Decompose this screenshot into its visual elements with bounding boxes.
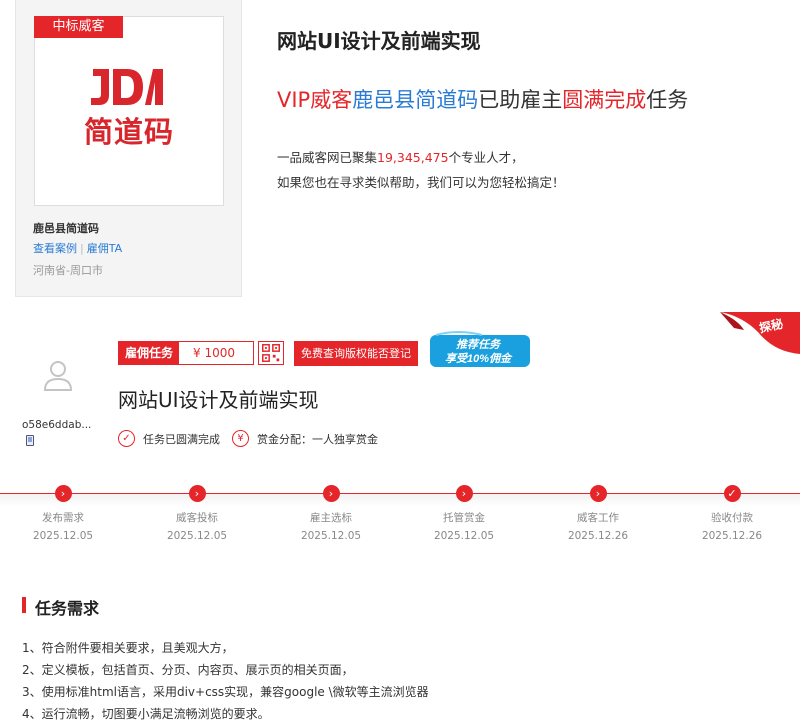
timeline-step: › 托管赏金 2025.12.05 bbox=[409, 485, 519, 542]
timeline-step: › 雇主选标 2025.12.05 bbox=[276, 485, 386, 542]
vip-text: VIP威客 bbox=[277, 88, 353, 112]
step-date: 2025.12.05 bbox=[433, 530, 495, 542]
list-item: 4、运行流畅，切图要小满足流畅浏览的要求。 bbox=[22, 707, 270, 720]
arrow-right-icon: › bbox=[455, 485, 473, 502]
hire-link[interactable]: 雇佣TA bbox=[87, 242, 122, 255]
reward-tag: 雇佣任务 ¥ 1000 bbox=[118, 341, 255, 365]
hero-line-1: 一品威客网已聚集19,345,475个专业人才， bbox=[277, 145, 565, 170]
step-label: 托管赏金 bbox=[443, 512, 485, 524]
check-circle-icon: ✓ bbox=[118, 430, 135, 447]
view-cases-link[interactable]: 查看案例 bbox=[33, 242, 77, 255]
corner-badge[interactable]: 探秘 bbox=[714, 312, 800, 362]
hero-company-link[interactable]: 鹿邑县简道码 bbox=[352, 88, 478, 112]
promo-line-1: 推荐任务 bbox=[456, 338, 502, 351]
company-region: 河南省-周口市 bbox=[33, 264, 103, 277]
list-item: 3、使用标准html语言，采用div+css实现，兼容google \微软等主流… bbox=[22, 685, 429, 699]
promo-line-2: 享受10%佣金 bbox=[445, 352, 513, 365]
timeline-step: › 威客投标 2025.12.05 bbox=[142, 485, 252, 542]
promo-banner[interactable]: 推荐任务 享受10%佣金 bbox=[428, 331, 534, 371]
timeline-step: › 发布需求 2025.12.05 bbox=[8, 485, 118, 542]
step-date: 2025.12.05 bbox=[166, 530, 228, 542]
company-name: 鹿邑县简道码 bbox=[33, 222, 99, 235]
company-logo[interactable]: 中标威客 简道码 bbox=[34, 16, 224, 206]
talent-count: 19,345,475 bbox=[377, 150, 449, 165]
step-label: 雇主选标 bbox=[310, 512, 352, 524]
logo-text: 简道码 bbox=[83, 115, 174, 149]
hero-line-2: 如果您也在寻求类似帮助，我们可以为您轻松搞定！ bbox=[277, 175, 565, 190]
check-icon: ✓ bbox=[723, 485, 741, 502]
hero-line-1-pre: 一品威客网已聚集 bbox=[277, 150, 378, 165]
hero-title: 网站UI设计及前端实现 bbox=[277, 29, 481, 53]
avatar[interactable] bbox=[34, 352, 82, 400]
task-title: 网站UI设计及前端实现 bbox=[118, 388, 319, 412]
requirements-list: 1、符合附件要相关要求，且美观大方， 2、定义模板，包括首页、分页、内容页、展示… bbox=[22, 637, 429, 720]
qr-code-icon[interactable] bbox=[258, 341, 284, 365]
section-marker bbox=[22, 597, 26, 613]
list-item: 1、符合附件要相关要求，且美观大方， bbox=[22, 641, 234, 655]
requirements-title: 任务需求 bbox=[35, 599, 100, 618]
bounty-distribution: 赏金分配：一人独享赏金 bbox=[257, 432, 378, 446]
yen-circle-icon: ¥ bbox=[232, 430, 249, 447]
arrow-right-icon: › bbox=[589, 485, 607, 502]
hero-done-text: 圆满完成 bbox=[562, 88, 647, 112]
reward-label: 雇佣任务 bbox=[119, 342, 180, 364]
hero-line-1-post: 个专业人才， bbox=[448, 150, 524, 165]
task-status-row: ✓ 任务已圆满完成 ¥ 赏金分配：一人独享赏金 bbox=[118, 430, 378, 447]
step-date: 2025.12.26 bbox=[701, 530, 763, 542]
arrow-right-icon: › bbox=[188, 485, 206, 502]
task-status: 任务已圆满完成 bbox=[143, 432, 220, 446]
company-card: 中标威客 简道码 鹿邑县简道码 查看案例 | 雇佣TA 河南省-周口市 bbox=[15, 0, 242, 297]
user-name[interactable]: o58e6ddab... bbox=[22, 419, 91, 431]
hero-description: 一品威客网已聚集19,345,475个专业人才， 如果您也在寻求类似帮助，我们可… bbox=[277, 145, 565, 195]
arrow-right-icon: › bbox=[322, 485, 340, 502]
hero-mid-text: 已助雇主 bbox=[478, 88, 563, 112]
timeline-step: ✓ 验收付款 2025.12.26 bbox=[677, 485, 787, 542]
step-label: 威客工作 bbox=[577, 512, 619, 524]
winner-badge: 中标威客 bbox=[34, 16, 123, 38]
hero-end-text: 任务 bbox=[646, 88, 689, 112]
logo-mark-icon bbox=[91, 69, 163, 105]
step-label: 威客投标 bbox=[176, 512, 218, 524]
step-label: 发布需求 bbox=[42, 512, 84, 524]
company-links: 查看案例 | 雇佣TA bbox=[33, 240, 122, 256]
phone-verified-icon bbox=[26, 435, 34, 446]
step-label: 验收付款 bbox=[711, 512, 753, 524]
timeline-step: › 威客工作 2025.12.26 bbox=[543, 485, 653, 542]
step-date: 2025.12.05 bbox=[300, 530, 362, 542]
arrow-right-icon: › bbox=[54, 485, 72, 502]
reward-amount: ¥ 1000 bbox=[179, 342, 254, 364]
copyright-query-button[interactable]: 免费查询版权能否登记 bbox=[294, 341, 418, 366]
link-divider: | bbox=[80, 242, 84, 255]
step-date: 2025.12.26 bbox=[567, 530, 629, 542]
hero-subtitle: VIP威客鹿邑县简道码已助雇主圆满完成任务 bbox=[277, 84, 688, 114]
list-item: 2、定义模板，包括首页、分页、内容页、展示页的相关页面， bbox=[22, 663, 354, 677]
step-date: 2025.12.05 bbox=[32, 530, 94, 542]
